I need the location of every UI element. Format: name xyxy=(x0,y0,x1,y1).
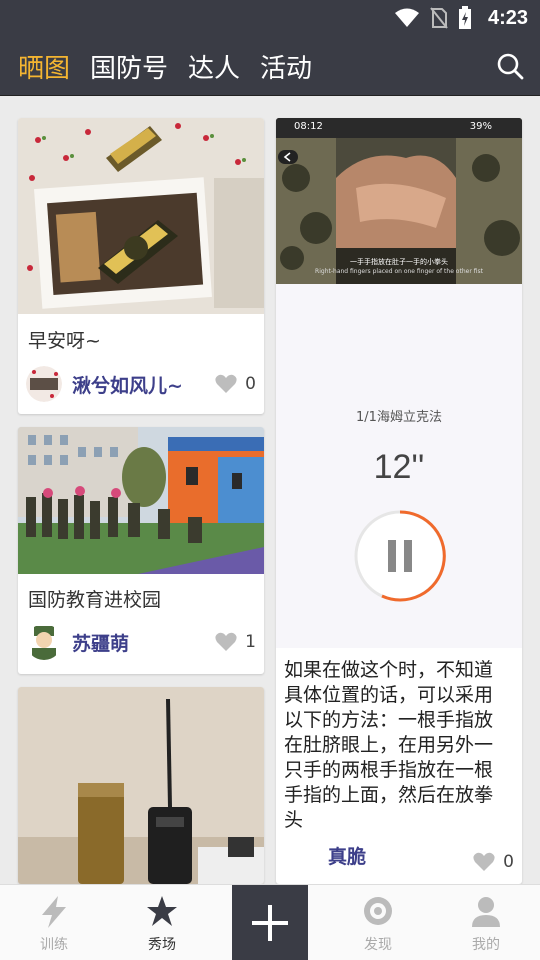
search-icon[interactable] xyxy=(496,52,524,80)
avatar xyxy=(26,366,62,402)
lightning-icon xyxy=(42,896,66,928)
post-title: 国防教育进校园 xyxy=(28,589,162,611)
like-count: 0 xyxy=(245,374,256,394)
post-image: 08:12 39% 一手手指放在肚子一手的小拳头 Right-hand fing… xyxy=(276,118,522,284)
nav-discover[interactable]: 发现 xyxy=(324,885,432,960)
post-card[interactable]: 08:12 39% 一手手指放在肚子一手的小拳头 Right-hand fing… xyxy=(276,118,522,884)
battery-charging-icon xyxy=(458,6,471,29)
post-card[interactable]: 国防教育进校园 苏疆萌 1 xyxy=(18,427,264,674)
post-title: 早安呀~ xyxy=(28,330,101,352)
nav-label: 训练 xyxy=(40,937,68,953)
countdown-timer: 12'' xyxy=(373,448,425,486)
video-subtitle-en: Right-hand fingers placed on one finger … xyxy=(315,268,483,275)
heart-icon[interactable] xyxy=(215,632,237,652)
no-sim-icon xyxy=(430,7,448,29)
author-name[interactable]: 湫兮如风儿~ xyxy=(72,371,183,398)
post-image xyxy=(18,118,264,314)
tab-show-pics[interactable]: 晒图 xyxy=(18,48,70,85)
screenshot-battery: 39% xyxy=(469,121,492,132)
post-card[interactable]: 早安呀~ 湫兮如风儿~ 0 xyxy=(18,118,264,414)
add-post-button[interactable] xyxy=(232,885,308,960)
top-tabs: 晒图 国防号 达人 活动 xyxy=(18,36,312,96)
post-image xyxy=(18,427,264,574)
feed[interactable]: 早安呀~ 湫兮如风儿~ 0 国防教育进校园 苏疆萌 1 08:12 39% 一手… xyxy=(0,97,540,884)
tab-defense-accounts[interactable]: 国防号 xyxy=(90,48,168,85)
heart-icon[interactable] xyxy=(473,852,495,872)
bottom-nav: 训练 秀场 发现 我的 xyxy=(0,884,540,960)
status-bar: 4:23 xyxy=(0,0,540,36)
plus-icon xyxy=(252,905,288,941)
back-arrow-icon xyxy=(278,150,298,164)
like-counter[interactable]: 1 xyxy=(215,632,256,652)
nav-profile[interactable]: 我的 xyxy=(432,885,540,960)
author-name[interactable]: 苏疆萌 xyxy=(72,629,129,656)
exercise-label: 1/1海姆立克法 xyxy=(356,410,442,425)
author-name[interactable]: 真脆 xyxy=(328,842,366,869)
compass-icon xyxy=(364,897,392,925)
nav-training[interactable]: 训练 xyxy=(0,885,108,960)
avatar xyxy=(26,624,62,660)
like-count: 1 xyxy=(245,632,256,652)
post-image xyxy=(18,687,264,884)
post-author[interactable]: 湫兮如风儿~ xyxy=(26,366,183,402)
screenshot-status-time: 08:12 xyxy=(294,121,323,132)
nav-label: 发现 xyxy=(364,937,392,953)
post-author[interactable]: 苏疆萌 xyxy=(26,624,129,660)
tab-events[interactable]: 活动 xyxy=(260,48,312,85)
tab-experts[interactable]: 达人 xyxy=(188,48,240,85)
like-counter[interactable]: 0 xyxy=(473,852,514,872)
post-author[interactable]: 真脆 xyxy=(328,842,366,869)
nav-label: 我的 xyxy=(472,937,500,953)
star-icon xyxy=(147,896,177,926)
wifi-icon xyxy=(394,8,419,27)
post-card[interactable] xyxy=(18,687,264,884)
heart-icon[interactable] xyxy=(215,374,237,394)
status-icons: 4:23 xyxy=(394,6,528,30)
nav-label: 秀场 xyxy=(148,937,176,953)
post-body: 如果在做这个时，不知道具体位置的话，可以采用以下的方法：一根手指放在肚脐眼上，在… xyxy=(284,659,494,831)
nav-showcase[interactable]: 秀场 xyxy=(108,885,216,960)
clock: 4:23 xyxy=(487,6,528,29)
like-count: 0 xyxy=(503,852,514,872)
like-counter[interactable]: 0 xyxy=(215,374,256,394)
video-subtitle-cn: 一手手指放在肚子一手的小拳头 xyxy=(350,258,448,266)
pause-icon xyxy=(354,510,446,602)
app-bar: 晒图 国防号 达人 活动 xyxy=(0,36,540,96)
person-icon xyxy=(472,897,500,927)
